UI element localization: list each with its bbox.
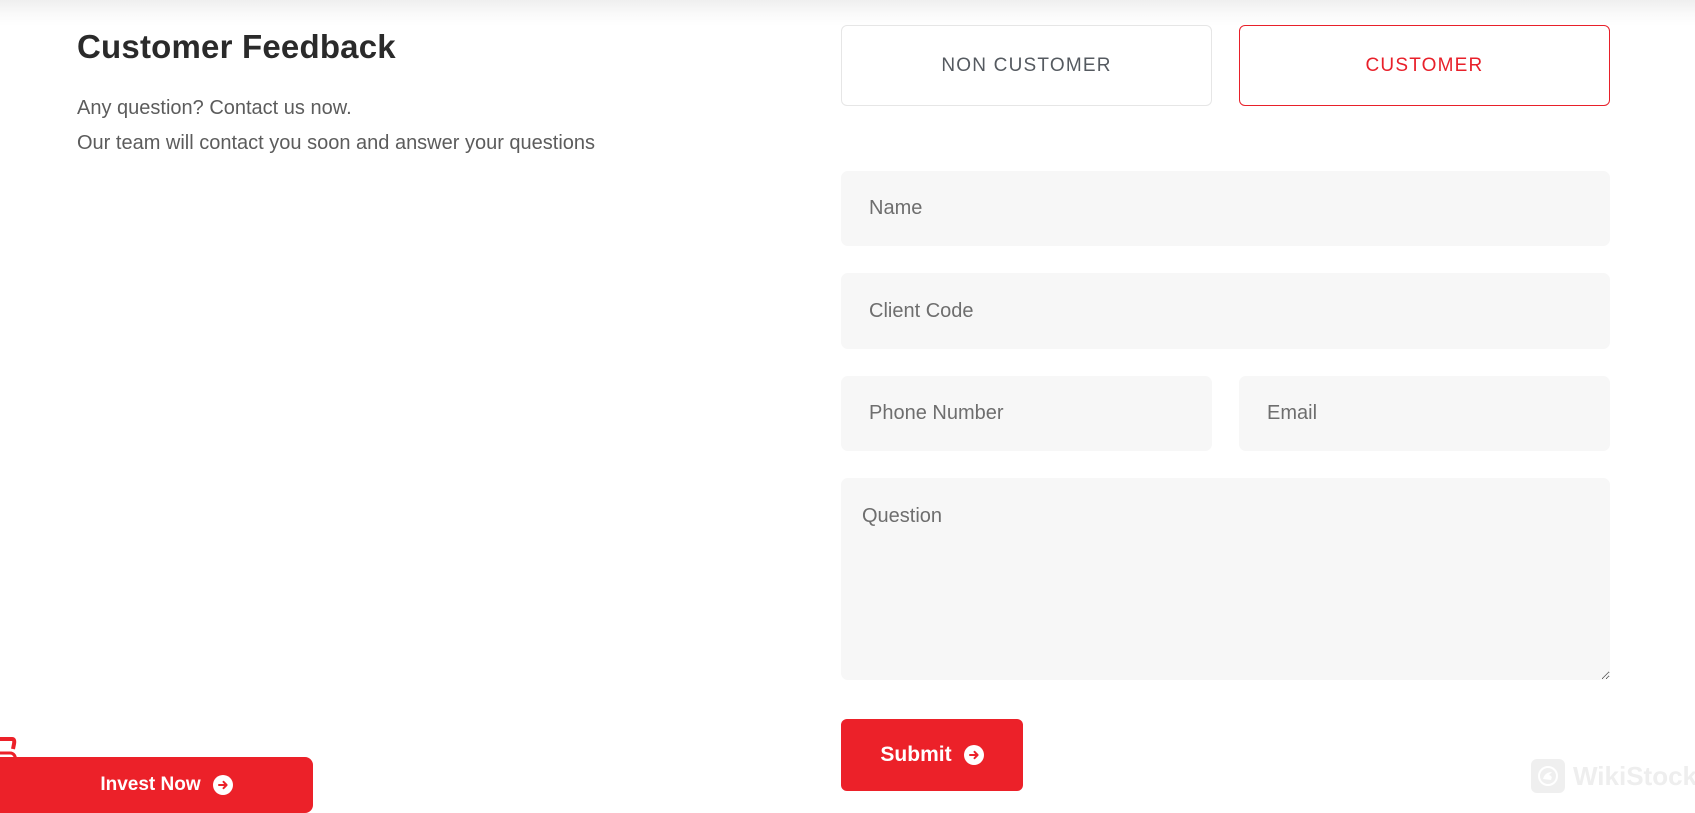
email-input[interactable] (1239, 376, 1610, 451)
invest-now-button[interactable]: Invest Now (0, 757, 313, 813)
tab-customer[interactable]: CUSTOMER (1239, 25, 1610, 106)
wikistock-watermark: WikiStock (1531, 759, 1695, 793)
page-title: Customer Feedback (77, 28, 396, 65)
client-code-input[interactable] (841, 273, 1610, 349)
eagle-logo-icon (1531, 759, 1565, 793)
circle-arrow-right-icon (212, 775, 233, 795)
tab-non-customer[interactable]: NON CUSTOMER (841, 25, 1212, 106)
invest-now-label: Invest Now (100, 774, 201, 795)
watermark-text: WikiStock (1573, 760, 1695, 791)
intro-line: Our team will contact you soon and answe… (77, 132, 596, 154)
name-input[interactable] (841, 171, 1610, 246)
submit-button[interactable]: Submit (841, 719, 1023, 791)
phone-number-input[interactable] (841, 376, 1212, 451)
intro-line: Any question? Contact us now. (77, 97, 352, 119)
top-shadow (0, 0, 1695, 26)
circle-arrow-right-icon (963, 745, 984, 765)
question-textarea[interactable] (841, 478, 1610, 680)
submit-label: Submit (880, 743, 952, 766)
